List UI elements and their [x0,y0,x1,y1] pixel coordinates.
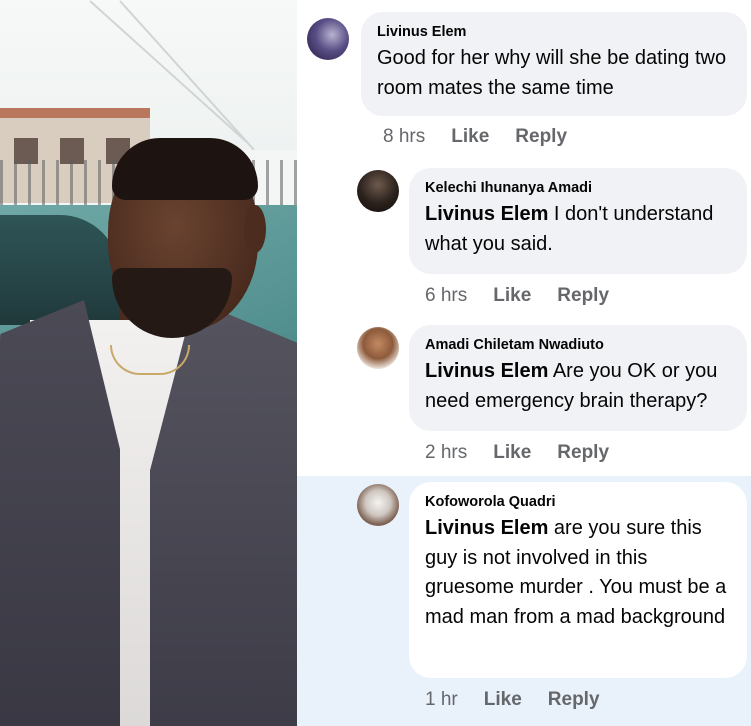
like-button[interactable]: Like [484,689,522,710]
comment-text: Livinus Elem I don't understand what you… [425,200,731,259]
comment-meta: 1 hr Like Reply [425,689,626,711]
comment-bubble: Kelechi Ihunanya Amadi Livinus Elem I do… [409,168,747,274]
photo-car-window [0,215,120,325]
comment-time[interactable]: 2 hrs [425,442,467,463]
comment-mention[interactable]: Livinus Elem [425,517,548,539]
comment-author[interactable]: Kofoworola Quadri [425,494,731,510]
like-button[interactable]: Like [493,442,531,463]
comment-time[interactable]: 6 hrs [425,285,467,306]
comment-bubble: Amadi Chiletam Nwadiuto Livinus Elem Are… [409,325,747,431]
comment-time[interactable]: 8 hrs [383,126,425,147]
comment-meta: 8 hrs Like Reply [383,126,593,148]
avatar-amadi[interactable] [357,327,399,369]
comment-body: Good for her why will she be dating two … [377,47,727,99]
profile-photo [0,0,297,726]
comment-author[interactable]: Kelechi Ihunanya Amadi [425,180,731,196]
comment-text: Livinus Elem are you sure this guy is no… [425,514,731,632]
photo-ear [244,205,266,253]
comment-author[interactable]: Livinus Elem [377,24,731,40]
reply-button[interactable]: Reply [548,689,600,710]
comment-time[interactable]: 1 hr [425,689,458,710]
comment-mention[interactable]: Livinus Elem [425,203,548,225]
reply-button[interactable]: Reply [515,126,567,147]
reply-button[interactable]: Reply [557,285,609,306]
comment-text: Good for her why will she be dating two … [377,44,731,103]
reply-button[interactable]: Reply [557,442,609,463]
photo-hair [112,138,258,200]
comment-bubble: Livinus Elem Good for her why will she b… [361,12,747,116]
like-button[interactable]: Like [451,126,489,147]
avatar-kelechi[interactable] [357,170,399,212]
comment-mention[interactable]: Livinus Elem [425,360,548,382]
comment-meta: 6 hrs Like Reply [425,285,635,307]
like-button[interactable]: Like [493,285,531,306]
comments-panel: Livinus Elem Good for her why will she b… [297,0,751,726]
comment-author[interactable]: Amadi Chiletam Nwadiuto [425,337,731,353]
comment-meta: 2 hrs Like Reply [425,442,635,464]
comment-bubble: Kofoworola Quadri Livinus Elem are you s… [409,482,747,678]
comment-text: Livinus Elem Are you OK or you need emer… [425,357,731,416]
avatar-livinus[interactable] [307,18,349,60]
avatar-kofoworola[interactable] [357,484,399,526]
